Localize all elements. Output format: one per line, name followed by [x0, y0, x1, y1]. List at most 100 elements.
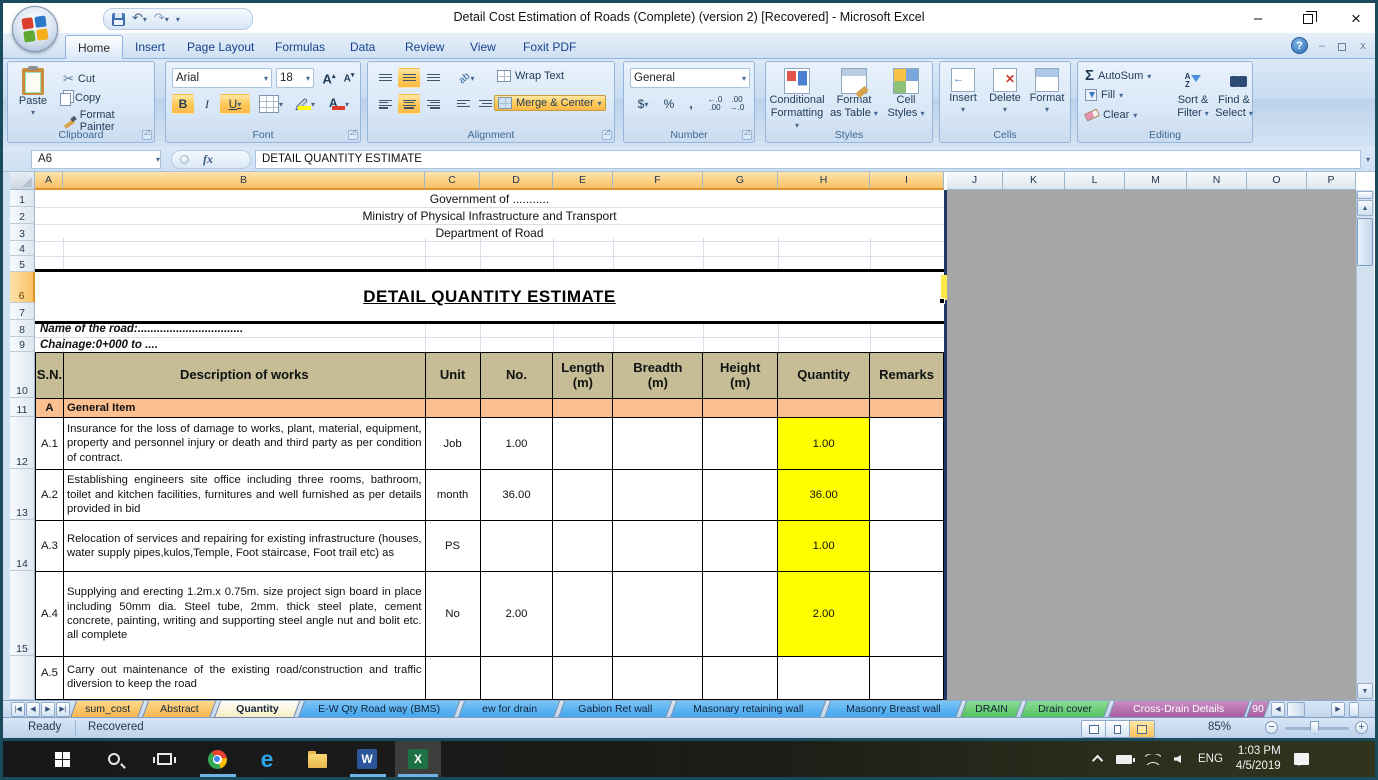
header-remarks[interactable]: Remarks	[870, 353, 944, 399]
hscroll-thumb[interactable]	[1287, 702, 1305, 717]
section-empty-cell[interactable]	[870, 399, 944, 418]
header-breadth[interactable]: Breadth(m)	[613, 353, 703, 399]
cell-sn[interactable]: A.2	[36, 470, 64, 521]
bold-button[interactable]: B	[172, 94, 194, 114]
row-header-7[interactable]: 7	[10, 303, 35, 320]
delete-cells-button[interactable]: Delete▾	[984, 68, 1026, 114]
last-sheet-icon[interactable]: ▶|	[56, 702, 70, 717]
cell-remarks[interactable]	[870, 521, 944, 572]
cell-unit[interactable]: Job	[426, 418, 481, 470]
format-as-table-button[interactable]: Formatas Table ▾	[828, 68, 880, 119]
cell-length[interactable]	[553, 657, 613, 700]
fill-handle[interactable]	[939, 298, 945, 304]
cell-quantity[interactable]: 1.00	[778, 521, 870, 572]
row-header-12[interactable]: 12	[10, 417, 35, 469]
cell-description[interactable]: Supplying and erecting 1.2m.x 0.75m. siz…	[64, 572, 426, 657]
cell-unit[interactable]: PS	[426, 521, 481, 572]
clipboard-dialog-launcher[interactable]	[142, 130, 152, 140]
undo-icon[interactable]: ↶▾	[132, 9, 147, 29]
cell-breadth[interactable]	[613, 657, 703, 700]
font-dialog-launcher[interactable]	[348, 130, 358, 140]
header-no[interactable]: No.	[481, 353, 554, 399]
close-button[interactable]: ×	[1341, 9, 1371, 29]
cell-height[interactable]	[703, 470, 778, 521]
tab-insert[interactable]: Insert	[123, 35, 177, 59]
zoom-in-icon[interactable]: +	[1355, 721, 1368, 734]
row-header-8[interactable]: 8	[10, 320, 35, 337]
cell-remarks[interactable]	[870, 572, 944, 657]
cell-height[interactable]	[703, 572, 778, 657]
format-cells-button[interactable]: Format▾	[1026, 68, 1068, 114]
comma-button[interactable]: ,	[680, 94, 702, 114]
column-header-m[interactable]: M	[1125, 172, 1187, 190]
column-header-k[interactable]: K	[1003, 172, 1065, 190]
sheet-tab-drain[interactable]: DRAIN	[960, 701, 1022, 718]
insert-cells-button[interactable]: Insert▾	[942, 68, 984, 114]
next-sheet-icon[interactable]: ▶	[41, 702, 55, 717]
office-button[interactable]	[12, 6, 58, 52]
middle-align-button[interactable]	[398, 68, 420, 88]
restore-button[interactable]	[1293, 9, 1323, 29]
sheet-tab-drain-cover[interactable]: Drain cover	[1020, 701, 1110, 718]
cell-breadth[interactable]	[613, 470, 703, 521]
name-box[interactable]: A6▾	[31, 150, 161, 169]
speaker-icon[interactable]	[1174, 755, 1181, 763]
bottom-align-button[interactable]	[422, 68, 444, 88]
column-header-p[interactable]: P	[1307, 172, 1356, 190]
header-sn[interactable]: S.N.	[36, 353, 64, 399]
grow-font-button[interactable]: A▴	[318, 68, 340, 88]
status-recovered[interactable]: Recovered	[88, 721, 144, 733]
search-button[interactable]	[92, 741, 136, 777]
sheet-tab-ew-for-drain[interactable]: ew for drain	[458, 701, 560, 718]
cut-button[interactable]: ✂Cut	[60, 70, 98, 88]
cell-height[interactable]	[703, 418, 778, 470]
sheet-tab-masonry-breast-wall[interactable]: Masonry Breast wall	[824, 701, 962, 718]
cell-quantity[interactable]	[778, 657, 870, 700]
italic-button[interactable]: I	[196, 94, 218, 114]
task-view-button[interactable]	[142, 741, 186, 777]
currency-button[interactable]: $▾	[630, 94, 656, 114]
chrome-taskbar-button[interactable]	[195, 741, 239, 777]
copy-button[interactable]: Copy	[60, 89, 104, 107]
tab-view[interactable]: View	[458, 35, 508, 59]
decrease-indent-button[interactable]	[452, 94, 474, 114]
borders-button[interactable]: ▾	[256, 94, 286, 114]
cell-unit[interactable]	[426, 657, 481, 700]
column-header-f[interactable]: F	[613, 172, 703, 190]
increase-indent-button[interactable]	[474, 94, 496, 114]
zoom-out-icon[interactable]: −	[1265, 721, 1278, 734]
vertical-scrollbar[interactable]	[1356, 190, 1374, 700]
font-size-select[interactable]: 18▾	[276, 68, 314, 88]
document-header-area[interactable]: Government of ........... Ministry of Ph…	[35, 190, 944, 352]
redo-icon[interactable]: ↷▾	[154, 9, 169, 29]
excel-taskbar-button[interactable]: X	[396, 741, 440, 777]
cell-remarks[interactable]	[870, 418, 944, 470]
tab-formulas[interactable]: Formulas	[263, 35, 337, 59]
font-color-button[interactable]: A▾	[324, 94, 354, 114]
section-empty-cell[interactable]	[703, 399, 778, 418]
section-title-cell[interactable]: General Item	[64, 399, 426, 418]
row-header-11[interactable]: 11	[10, 398, 35, 417]
sheet-tab-abstract[interactable]: Abstract	[142, 701, 216, 718]
cell-length[interactable]	[553, 572, 613, 657]
formula-input[interactable]: DETAIL QUANTITY ESTIMATE	[255, 150, 1361, 169]
column-header-i[interactable]: I	[870, 172, 944, 190]
row-header-3[interactable]: 3	[10, 224, 35, 241]
cell-length[interactable]	[553, 521, 613, 572]
clear-button[interactable]: Clear▾	[1082, 108, 1140, 122]
header-length[interactable]: Length(m)	[553, 353, 613, 399]
column-header-g[interactable]: G	[703, 172, 778, 190]
cell-breadth[interactable]	[613, 521, 703, 572]
section-empty-cell[interactable]	[426, 399, 481, 418]
paste-button[interactable]: Paste▾	[12, 68, 54, 117]
cell-sn[interactable]: A.1	[36, 418, 64, 470]
workbook-restore-icon[interactable]	[1333, 40, 1351, 54]
row-header-4[interactable]: 4	[10, 241, 35, 256]
sheet-tab-gabion-ret-wall[interactable]: Gabion Ret wall	[558, 701, 672, 718]
cell-sn[interactable]: A.5	[36, 657, 64, 700]
column-header-b[interactable]: B	[63, 172, 425, 190]
merge-center-button[interactable]: Merge & Center▾	[494, 95, 606, 111]
tab-foxit-pdf[interactable]: Foxit PDF	[511, 35, 588, 59]
sort-filter-button[interactable]: AZ Sort &Filter ▾	[1172, 68, 1214, 119]
fill-button[interactable]: Fill▾	[1082, 88, 1126, 102]
